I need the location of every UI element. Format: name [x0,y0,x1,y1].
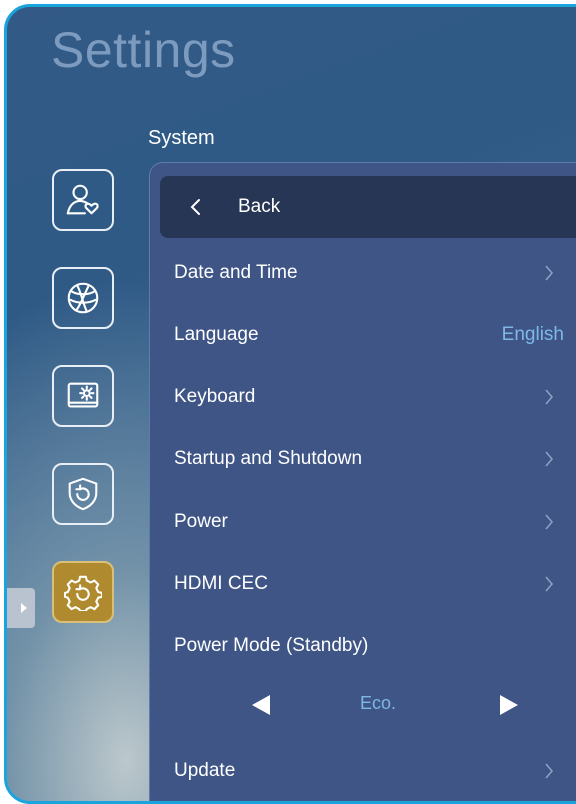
menu-item-language[interactable]: Language English [174,315,564,355]
chevron-right-icon [544,389,554,405]
menu-item-label: HDMI CEC [174,573,268,594]
sidebar-collapse-tab[interactable] [7,588,35,628]
menu-item-label: Keyboard [174,386,256,407]
gear-refresh-icon [64,575,102,611]
back-button[interactable]: Back [160,176,576,238]
display-settings-icon [67,382,99,408]
user-heart-icon [66,184,99,215]
menu-item-power-mode: Power Mode (Standby) [174,626,554,666]
sidebar-item-security[interactable] [52,463,114,525]
chevron-left-icon [190,199,200,215]
chevron-right-icon [544,451,554,467]
menu-item-update[interactable]: Update [174,751,554,791]
menu-item-label: Power Mode (Standby) [174,635,369,656]
sidebar-item-network[interactable] [52,267,114,329]
menu-item-date-and-time[interactable]: Date and Time [174,253,554,293]
page-title: Settings [51,22,236,78]
chevron-right-icon [544,576,554,592]
triangle-left-icon[interactable] [250,693,272,717]
back-label: Back [238,196,281,217]
triangle-right-icon[interactable] [498,693,520,717]
system-settings-panel: Back Date and Time Language English Keyb… [149,162,576,801]
menu-item-label: Language [174,324,259,345]
menu-item-keyboard[interactable]: Keyboard [174,377,554,417]
power-mode-value: Eco. [360,693,397,713]
menu-item-startup-and-shutdown[interactable]: Startup and Shutdown [174,439,554,479]
settings-screen: Settings System Back Date and Time Langu… [4,4,576,804]
menu-item-power[interactable]: Power [174,502,554,542]
language-value: English [501,324,564,345]
triangle-right-icon [21,603,27,613]
chevron-right-icon [544,763,554,779]
chevron-right-icon [544,514,554,530]
menu-item-label: Startup and Shutdown [174,448,363,469]
section-title: System [148,127,215,149]
menu-item-label: Update [174,760,236,781]
menu-item-hdmi-cec[interactable]: HDMI CEC [174,564,554,604]
shield-refresh-icon [68,477,98,511]
sidebar-item-display[interactable] [52,365,114,427]
globe-network-icon [67,282,99,314]
chevron-right-icon [544,265,554,281]
sidebar-item-account[interactable] [52,169,114,231]
sidebar-item-system[interactable] [52,561,114,623]
menu-item-label: Date and Time [174,262,298,283]
menu-item-label: Power [174,511,228,532]
